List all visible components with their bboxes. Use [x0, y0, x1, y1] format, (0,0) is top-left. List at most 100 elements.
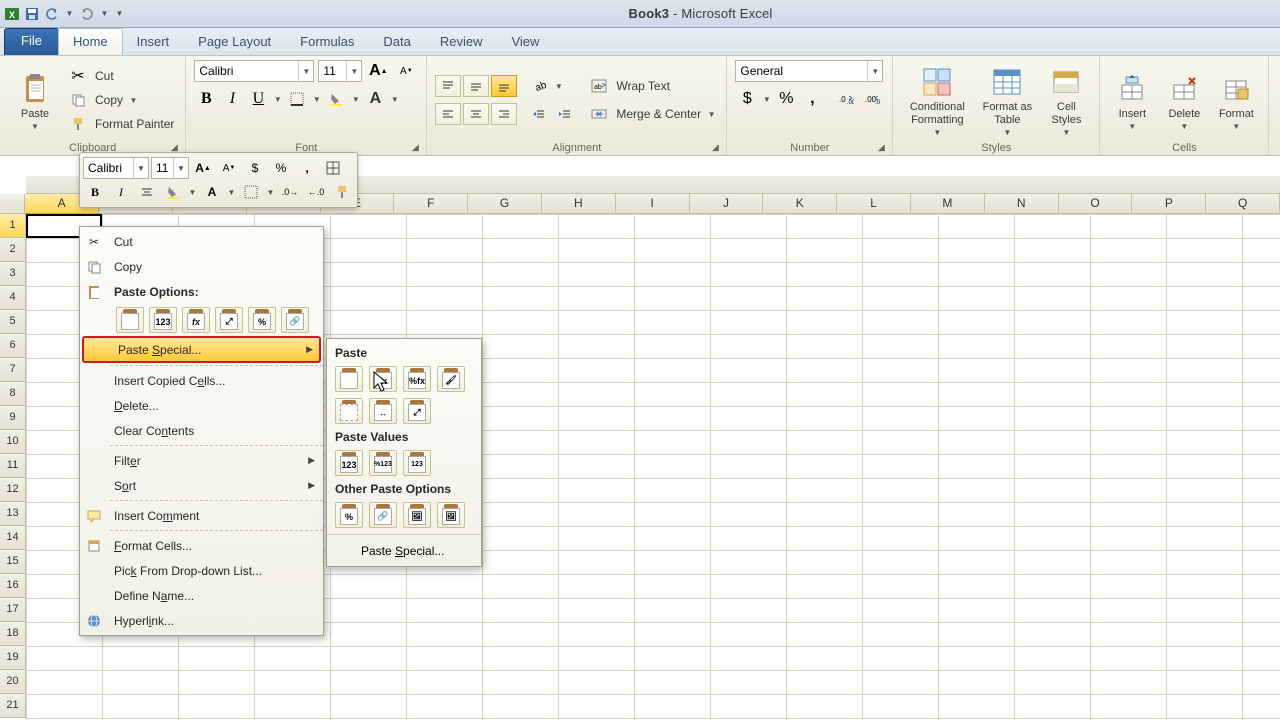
sub-paste-transpose[interactable]: ⤢: [403, 398, 431, 424]
bold-button[interactable]: B: [194, 88, 218, 110]
insert-cells-button[interactable]: Insert▼: [1108, 70, 1156, 131]
mini-align[interactable]: [135, 181, 159, 203]
paste-transpose-icon[interactable]: ⤢: [215, 307, 243, 333]
sub-paste-noborders[interactable]: [335, 398, 363, 424]
mini-shrink-font[interactable]: A▼: [217, 157, 241, 179]
italic-button[interactable]: I: [220, 88, 244, 110]
decrease-indent-button[interactable]: [527, 103, 551, 125]
font-color-dropdown[interactable]: ▼: [389, 95, 400, 104]
align-bottom-button[interactable]: [491, 75, 517, 97]
row-2[interactable]: 2: [0, 238, 26, 262]
tab-formulas[interactable]: Formulas: [285, 28, 369, 55]
paste-button[interactable]: Paste ▼: [8, 70, 62, 131]
underline-dropdown[interactable]: ▼: [272, 95, 283, 104]
ctx-hyperlink[interactable]: Hyperlink...: [80, 608, 323, 633]
row-3[interactable]: 3: [0, 262, 26, 286]
row-13[interactable]: 13: [0, 502, 26, 526]
col-N[interactable]: N: [985, 194, 1059, 214]
row-17[interactable]: 17: [0, 598, 26, 622]
merge-center-button[interactable]: Merge & Center▼: [587, 103, 717, 125]
undo-icon[interactable]: [44, 6, 60, 22]
ctx-insert-copied[interactable]: Insert Copied Cells...: [80, 368, 323, 393]
mini-fill[interactable]: [161, 181, 185, 203]
conditional-formatting-button[interactable]: Conditional Formatting▼: [901, 63, 973, 136]
paste-link-icon[interactable]: 🔗: [281, 307, 309, 333]
sub-paste-all[interactable]: [335, 366, 363, 392]
mini-italic[interactable]: I: [109, 181, 133, 203]
alignment-launcher[interactable]: ◢: [709, 142, 721, 154]
row-11[interactable]: 11: [0, 454, 26, 478]
wrap-text-button[interactable]: abWrap Text: [587, 75, 717, 97]
col-Q[interactable]: Q: [1206, 194, 1280, 214]
sub-picture[interactable]: 🖼: [403, 502, 431, 528]
orientation-dropdown[interactable]: ▼: [553, 82, 564, 91]
sub-paste-source-fmt[interactable]: 🖌: [437, 366, 465, 392]
border-dropdown[interactable]: ▼: [311, 95, 322, 104]
col-M[interactable]: M: [911, 194, 985, 214]
mini-border-btn[interactable]: [239, 181, 263, 203]
mini-format-painter[interactable]: [330, 181, 354, 203]
increase-decimal-button[interactable]: .0.00: [834, 88, 858, 110]
number-format-combo[interactable]: General▼: [735, 60, 883, 82]
row-1[interactable]: 1: [0, 214, 26, 238]
col-H[interactable]: H: [542, 194, 616, 214]
tab-insert[interactable]: Insert: [122, 28, 185, 55]
col-J[interactable]: J: [690, 194, 764, 214]
row-7[interactable]: 7: [0, 358, 26, 382]
mini-comma[interactable]: ,: [295, 157, 319, 179]
save-icon[interactable]: [24, 6, 40, 22]
sub-paste-formulas[interactable]: fx: [369, 366, 397, 392]
qat-customize[interactable]: ▼: [114, 9, 125, 18]
ctx-cut[interactable]: ✂Cut: [80, 229, 323, 254]
paste-all-icon[interactable]: [116, 307, 144, 333]
font-name-combo[interactable]: Calibri▼: [194, 60, 314, 82]
align-right-button[interactable]: [491, 103, 517, 125]
cell-styles-button[interactable]: Cell Styles▼: [1041, 63, 1091, 136]
paste-values-icon[interactable]: 123: [149, 307, 177, 333]
row-6[interactable]: 6: [0, 334, 26, 358]
mini-size-combo[interactable]: 11▼: [151, 157, 189, 179]
col-I[interactable]: I: [616, 194, 690, 214]
increase-indent-button[interactable]: [553, 103, 577, 125]
sub-paste-colwidth[interactable]: ↔: [369, 398, 397, 424]
ctx-clear-contents[interactable]: Clear Contents: [80, 418, 323, 443]
mini-font-color[interactable]: A: [200, 181, 224, 203]
ctx-define-name[interactable]: Define Name...: [80, 583, 323, 608]
sub-linked-picture[interactable]: 🖼: [437, 502, 465, 528]
row-18[interactable]: 18: [0, 622, 26, 646]
col-L[interactable]: L: [837, 194, 911, 214]
undo-dropdown[interactable]: ▼: [64, 9, 75, 18]
tab-view[interactable]: View: [496, 28, 554, 55]
accounting-format-button[interactable]: $: [735, 88, 759, 110]
row-14[interactable]: 14: [0, 526, 26, 550]
fill-dropdown[interactable]: ▼: [350, 95, 361, 104]
format-cells-button[interactable]: Format▼: [1212, 70, 1260, 131]
percent-format-button[interactable]: %: [774, 88, 798, 110]
sub-paste-formulas-numfmt[interactable]: %fx: [403, 366, 431, 392]
align-top-button[interactable]: [435, 75, 461, 97]
accounting-dropdown[interactable]: ▼: [761, 95, 772, 104]
fill-color-button[interactable]: [324, 88, 348, 110]
ctx-filter[interactable]: Filter▶: [80, 448, 323, 473]
row-5[interactable]: 5: [0, 310, 26, 334]
underline-button[interactable]: U: [246, 88, 270, 110]
delete-cells-button[interactable]: Delete▼: [1160, 70, 1208, 131]
submenu-paste-special-item[interactable]: Paste Special...: [333, 538, 475, 562]
ctx-copy[interactable]: Copy: [80, 254, 323, 279]
sub-values-srcfmt[interactable]: 123: [403, 450, 431, 476]
sub-link[interactable]: 🔗: [369, 502, 397, 528]
row-10[interactable]: 10: [0, 430, 26, 454]
font-color-button[interactable]: A: [363, 88, 387, 110]
align-left-button[interactable]: [435, 103, 461, 125]
tab-data[interactable]: Data: [368, 28, 425, 55]
sub-formatting[interactable]: %: [335, 502, 363, 528]
decrease-decimal-button[interactable]: .00.0: [860, 88, 884, 110]
ctx-pick-list[interactable]: Pick From Drop-down List...: [80, 558, 323, 583]
ctx-insert-comment[interactable]: Insert Comment: [80, 503, 323, 528]
comma-format-button[interactable]: ,: [800, 88, 824, 110]
col-K[interactable]: K: [763, 194, 837, 214]
mini-borders[interactable]: [321, 157, 345, 179]
row-16[interactable]: 16: [0, 574, 26, 598]
orientation-button[interactable]: ab: [527, 75, 551, 97]
paste-formatting-icon[interactable]: %: [248, 307, 276, 333]
